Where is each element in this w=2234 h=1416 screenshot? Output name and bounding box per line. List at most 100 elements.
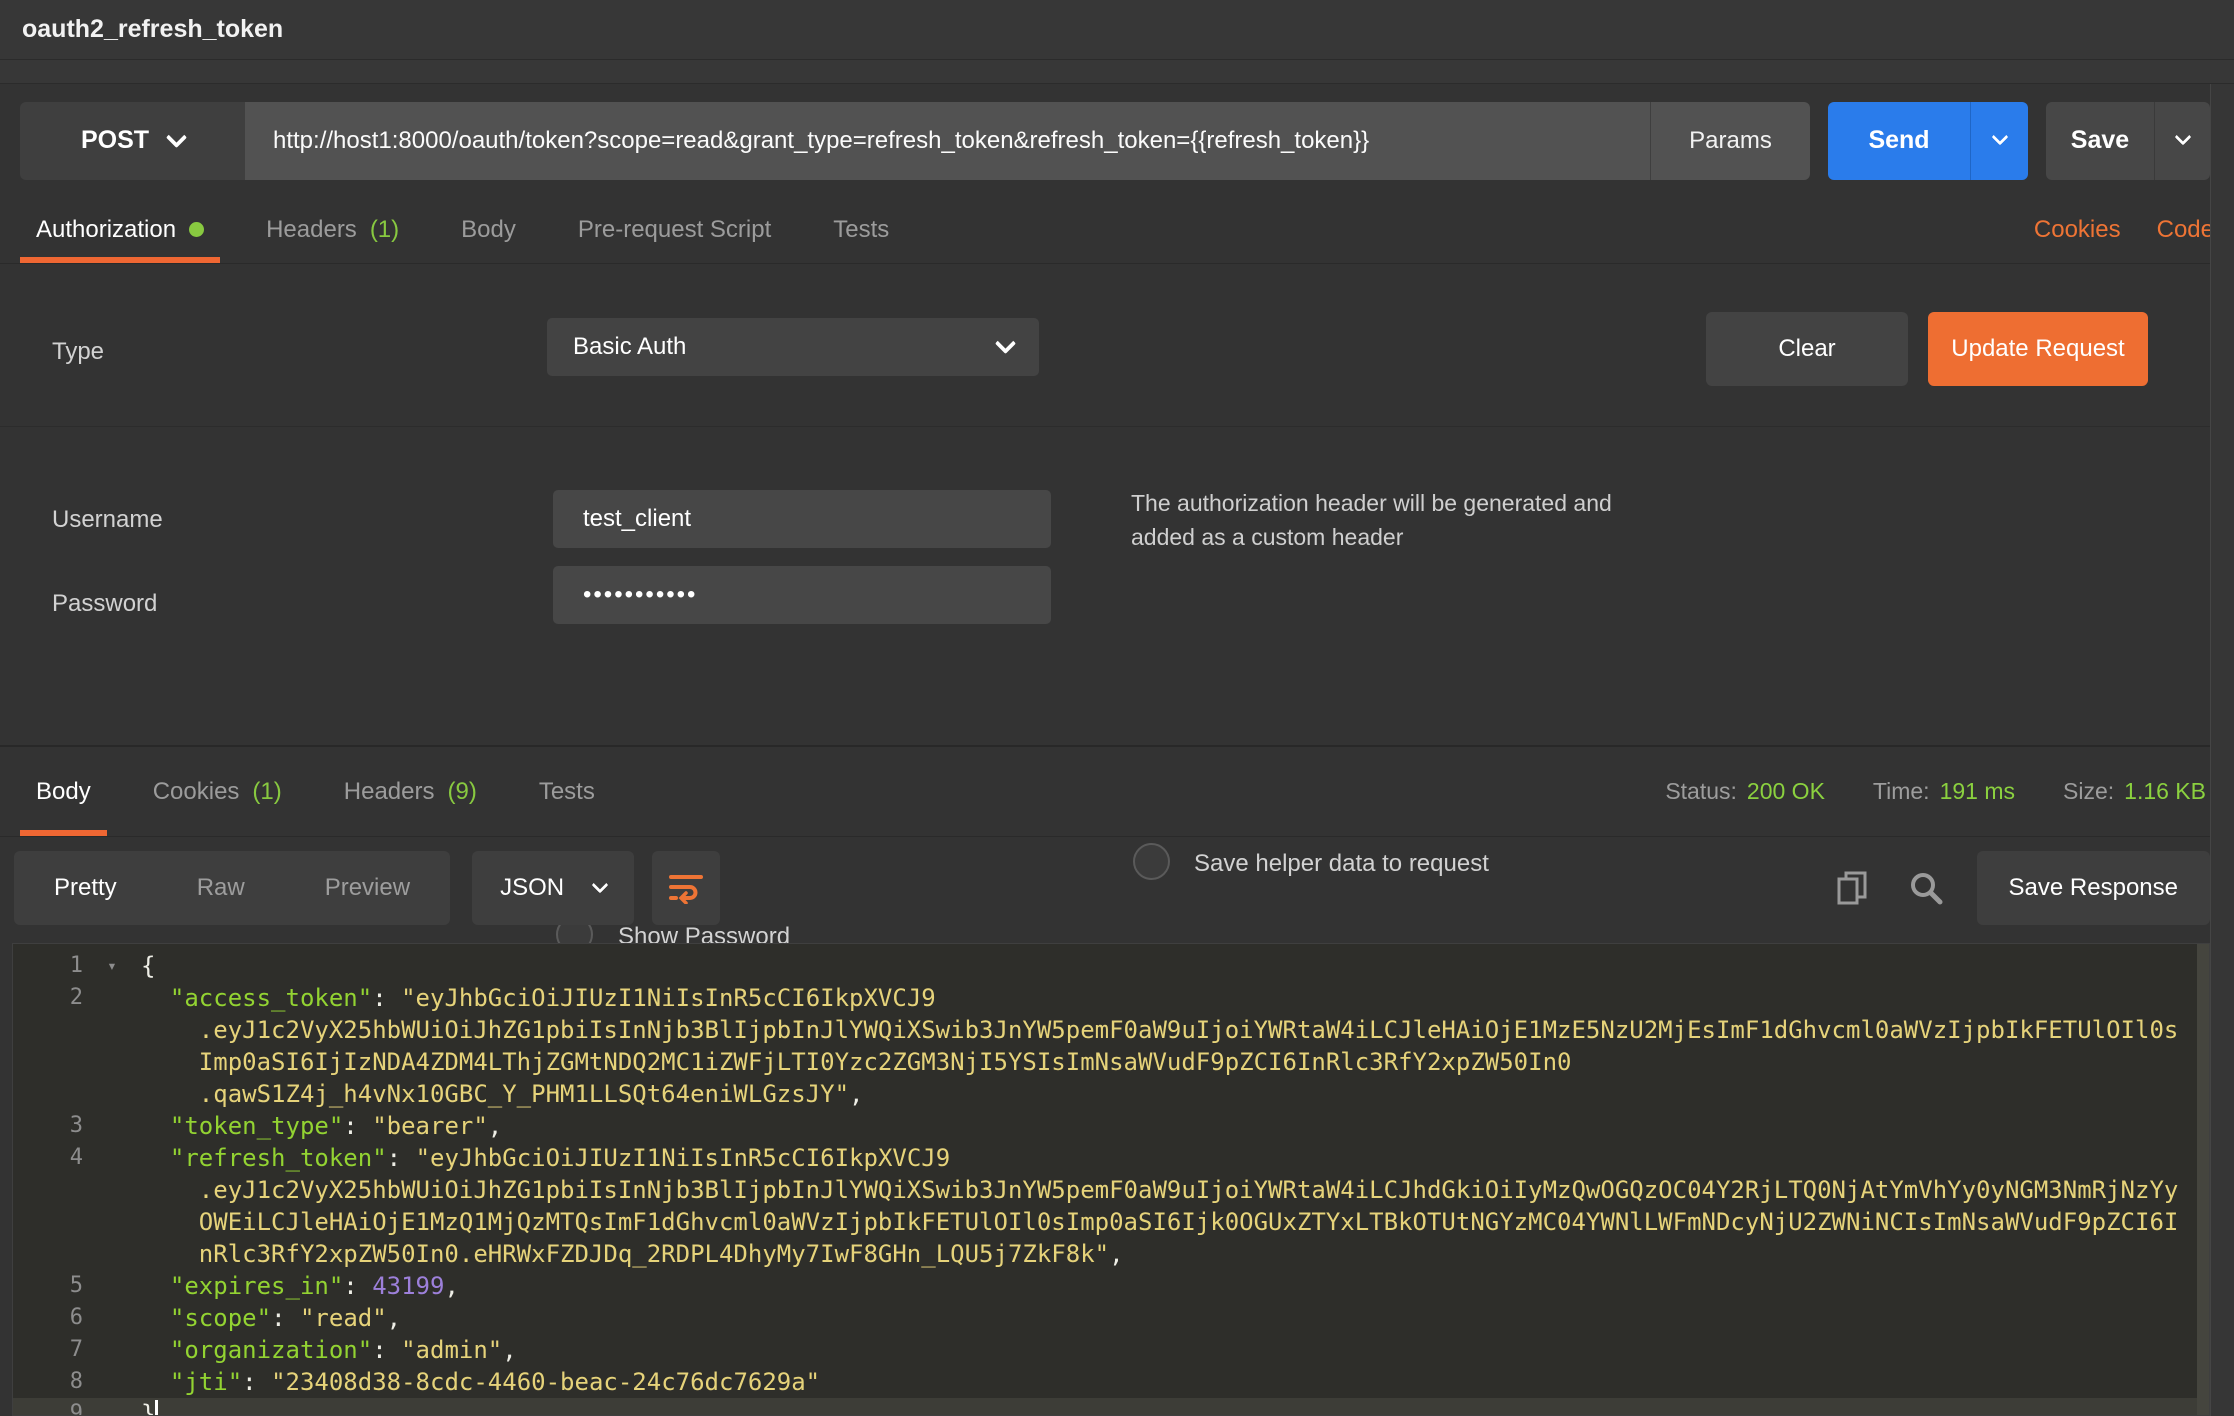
- code-line-wrap: Imp0aSI6IjIzNDA4ZDM4LThjZGMtNDQ2MC1iZWFj…: [13, 1046, 2209, 1078]
- tab-tests[interactable]: Tests: [817, 196, 905, 263]
- tab-pre-request-script[interactable]: Pre-request Script: [562, 196, 787, 263]
- code-line-wrap: .eyJ1c2VyX25hbWUiOiJhZG1pbiIsInNjb3BlIjp…: [13, 1014, 2209, 1046]
- update-request-button[interactable]: Update Request: [1928, 312, 2148, 386]
- username-field[interactable]: test_client: [553, 490, 1051, 548]
- save-response-button[interactable]: Save Response: [1977, 851, 2210, 925]
- cookies-link[interactable]: Cookies: [2034, 216, 2121, 244]
- tab-label: Body: [461, 216, 516, 244]
- send-options-button[interactable]: [1970, 102, 2028, 180]
- code-scrollbar[interactable]: [2197, 944, 2209, 1415]
- tab-count-badge: (1): [370, 216, 399, 244]
- tab-label: Body: [36, 778, 91, 806]
- fold-gutter: [83, 1142, 141, 1174]
- line-number: [13, 1238, 83, 1270]
- method-dropdown[interactable]: POST: [20, 102, 245, 180]
- code-text: "organization": "admin",: [141, 1334, 517, 1366]
- time-value: 191 ms: [1940, 778, 2015, 804]
- url-input[interactable]: http://host1:8000/oauth/token?scope=read…: [245, 102, 1650, 180]
- tab-count-badge: (1): [252, 778, 281, 806]
- username-value: test_client: [583, 505, 691, 533]
- code-text: "refresh_token": "eyJhbGciOiJIUzI1NiIsIn…: [141, 1142, 950, 1174]
- view-mode-preview[interactable]: Preview: [285, 851, 450, 925]
- fold-gutter: [83, 1110, 141, 1142]
- size-badge: Size:1.16 KB: [2063, 778, 2206, 805]
- view-mode-raw[interactable]: Raw: [157, 851, 285, 925]
- auth-type-value: Basic Auth: [573, 333, 686, 361]
- request-tabs-links: Cookies Code: [2034, 196, 2214, 263]
- code-link[interactable]: Code: [2157, 216, 2214, 244]
- request-tabs-items: Authorization Headers (1) Body Pre-request S…: [20, 196, 935, 263]
- chevron-down-icon: [1991, 129, 2008, 146]
- view-mode-pretty[interactable]: Pretty: [14, 851, 157, 925]
- fold-gutter: [83, 1078, 141, 1110]
- send-button[interactable]: Send: [1828, 102, 1970, 180]
- search-button[interactable]: [1903, 865, 1949, 911]
- code-line: 1▾{: [13, 950, 2209, 982]
- response-toolbar: Pretty Raw Preview JSON: [14, 851, 2210, 925]
- code-text: "expires_in": 43199,: [141, 1270, 459, 1302]
- password-value: •••••••••••: [583, 581, 697, 609]
- fold-gutter: [83, 1334, 141, 1366]
- size-value: 1.16 KB: [2124, 778, 2206, 804]
- line-number: 4: [13, 1142, 83, 1174]
- code-text: Imp0aSI6IjIzNDA4ZDM4LThjZGMtNDQ2MC1iZWFj…: [141, 1046, 1571, 1078]
- tab-label: Headers: [266, 216, 357, 244]
- page-title: oauth2_refresh_token: [22, 15, 283, 44]
- save-options-button[interactable]: [2154, 102, 2210, 180]
- text-cursor: [155, 1400, 158, 1416]
- line-number: [13, 1014, 83, 1046]
- url-bar: POST http://host1:8000/oauth/token?scope…: [20, 102, 1810, 180]
- line-number: 5: [13, 1270, 83, 1302]
- format-dropdown[interactable]: JSON: [472, 851, 634, 925]
- tab-label: Cookies: [153, 778, 240, 806]
- url-text: http://host1:8000/oauth/token?scope=read…: [273, 127, 1369, 155]
- line-number: 9: [13, 1398, 83, 1416]
- tab-label: Tests: [539, 778, 595, 806]
- code-line: 4 "refresh_token": "eyJhbGciOiJIUzI1NiIs…: [13, 1142, 2209, 1174]
- wrap-lines-icon: [668, 872, 704, 904]
- tab-authorization[interactable]: Authorization: [20, 196, 220, 263]
- active-auth-dot-icon: [189, 222, 204, 237]
- format-value: JSON: [500, 874, 564, 902]
- auth-type-dropdown[interactable]: Basic Auth: [547, 318, 1039, 376]
- method-label: POST: [81, 126, 149, 155]
- line-number: [13, 1078, 83, 1110]
- authorization-panel: Type Basic Auth Clear Update Request Use…: [0, 264, 2234, 747]
- tab-headers[interactable]: Headers(9): [328, 747, 493, 836]
- tab-headers[interactable]: Headers (1): [250, 196, 415, 263]
- wrap-lines-button[interactable]: [652, 851, 720, 925]
- code-text: {: [141, 950, 155, 982]
- line-number: 6: [13, 1302, 83, 1334]
- save-button-group: Save: [2046, 102, 2210, 180]
- line-number: 8: [13, 1366, 83, 1398]
- response-tabs-items: Body Cookies (1) Headers(9) Tests: [20, 747, 641, 836]
- tab-cookies[interactable]: Cookies (1): [137, 747, 298, 836]
- clear-button[interactable]: Clear: [1706, 312, 1908, 386]
- code-text: .qawS1Z4j_h4vNx10GBC_Y_PHM1LLSQt64eniWLG…: [141, 1078, 863, 1110]
- response-body-viewer[interactable]: 1▾{2 "access_token": "eyJhbGciOiJIUzI1Ni…: [12, 943, 2210, 1416]
- fold-gutter: [83, 1302, 141, 1334]
- tab-tests[interactable]: Tests: [523, 747, 611, 836]
- password-field[interactable]: •••••••••••: [553, 566, 1051, 624]
- view-mode-switch: Pretty Raw Preview: [14, 851, 450, 925]
- code-line: 9}: [13, 1398, 2209, 1416]
- fold-gutter: [83, 1366, 141, 1398]
- code-line: 3 "token_type": "bearer",: [13, 1110, 2209, 1142]
- save-button[interactable]: Save: [2046, 102, 2154, 180]
- chevron-down-icon: [592, 876, 609, 893]
- fold-gutter: [83, 1046, 141, 1078]
- copy-button[interactable]: [1829, 865, 1875, 911]
- code-text: }: [141, 1398, 158, 1416]
- line-number: 2: [13, 982, 83, 1014]
- tab-body[interactable]: Body: [445, 196, 532, 263]
- fold-gutter: [83, 1398, 141, 1416]
- code-line: 7 "organization": "admin",: [13, 1334, 2209, 1366]
- params-button[interactable]: Params: [1650, 102, 1810, 180]
- response-section: BodyCookies(1)Headers(9)Tests Status:200…: [0, 747, 2234, 1416]
- fold-gutter: [83, 1270, 141, 1302]
- fold-arrow-icon[interactable]: ▾: [83, 950, 141, 982]
- fold-gutter: [83, 1174, 141, 1206]
- copy-icon: [1836, 870, 1868, 906]
- response-tabs: BodyCookies(1)Headers(9)Tests Status:200…: [0, 747, 2234, 837]
- tab-body[interactable]: Body: [20, 747, 107, 836]
